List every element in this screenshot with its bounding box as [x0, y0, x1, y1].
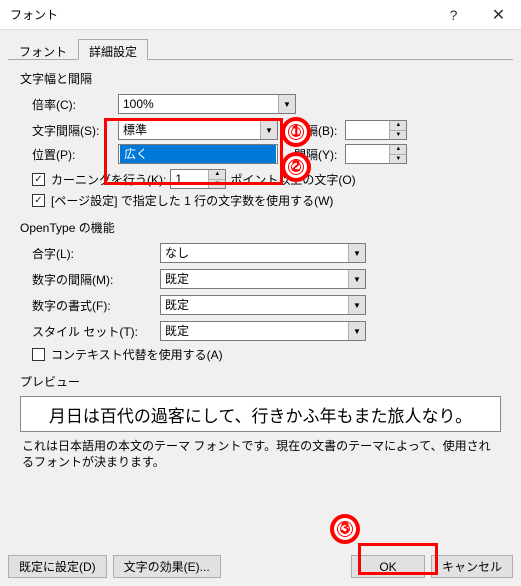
ratio-combo[interactable]: 100% ▼ [118, 94, 296, 114]
spacing-option-list[interactable]: 広く [118, 144, 278, 164]
chevron-down-icon[interactable]: ▼ [348, 296, 365, 314]
text-effect-button[interactable]: 文字の効果(E)... [113, 555, 221, 578]
close-icon[interactable]: ✕ [476, 0, 521, 30]
position-interval-label: 間隔(Y): [294, 146, 337, 163]
pageset-label: [ページ設定] で指定した 1 行の文字数を使用する(W) [51, 192, 333, 209]
tab-bar: フォント 詳細設定 [8, 38, 513, 60]
ratio-label: 倍率(C): [32, 96, 118, 113]
spinner-down-icon[interactable]: ▼ [209, 180, 225, 189]
spacing-label: 文字間隔(S): [32, 122, 118, 139]
tab-font[interactable]: フォント [8, 39, 78, 60]
preview-box: 月日は百代の過客にして、行きかふ年もまた旅人なり。 [20, 396, 501, 432]
spacing-combo[interactable]: 標準 ▼ [118, 120, 278, 140]
position-interval-spinner[interactable]: ▲▼ [345, 144, 407, 164]
help-icon[interactable]: ? [431, 0, 476, 30]
kerning-suffix: ポイント以上の文字(O) [230, 171, 355, 188]
spacing-interval-label: 間隔(B): [294, 122, 337, 139]
annotation-circle-3: 3 [330, 514, 360, 544]
section-preview-title: プレビュー [18, 373, 503, 390]
spinner-up-icon[interactable]: ▲ [390, 145, 406, 155]
kerning-checkbox[interactable]: ✓ [32, 173, 45, 186]
section-opentype-title: OpenType の機能 [18, 219, 503, 236]
numstyle-label: 数字の書式(F): [32, 297, 160, 314]
position-label: 位置(P): [32, 146, 118, 163]
spacing-value: 標準 [119, 121, 260, 139]
styleset-combo[interactable]: 既定 ▼ [160, 321, 366, 341]
numspacing-combo[interactable]: 既定 ▼ [160, 269, 366, 289]
pageset-checkbox[interactable]: ✓ [32, 194, 45, 207]
spacing-option-wide[interactable]: 広く [120, 145, 276, 163]
spacing-interval-spinner[interactable]: ▲▼ [345, 120, 407, 140]
styleset-label: スタイル セット(T): [32, 323, 160, 340]
chevron-down-icon[interactable]: ▼ [278, 95, 295, 113]
numspacing-label: 数字の間隔(M): [32, 271, 160, 288]
section-spacing-title: 文字幅と間隔 [18, 70, 503, 87]
spinner-up-icon[interactable]: ▲ [390, 121, 406, 131]
context-checkbox[interactable] [32, 348, 45, 361]
ratio-value: 100% [119, 95, 278, 113]
context-label: コンテキスト代替を使用する(A) [51, 346, 223, 363]
ok-button[interactable]: OK [351, 555, 425, 578]
spinner-down-icon[interactable]: ▼ [390, 155, 406, 164]
ligature-label: 合字(L): [32, 245, 160, 262]
kerning-spinner[interactable]: 1 ▲▼ [170, 169, 226, 189]
tab-advanced[interactable]: 詳細設定 [78, 39, 148, 60]
window-title: フォント [10, 6, 431, 23]
chevron-down-icon[interactable]: ▼ [260, 121, 277, 139]
chevron-down-icon[interactable]: ▼ [348, 322, 365, 340]
chevron-down-icon[interactable]: ▼ [348, 270, 365, 288]
set-default-button[interactable]: 既定に設定(D) [8, 555, 107, 578]
kerning-label: カーニングを行う(K): [51, 171, 166, 188]
spinner-up-icon[interactable]: ▲ [209, 170, 225, 180]
cancel-button[interactable]: キャンセル [431, 555, 513, 578]
numstyle-combo[interactable]: 既定 ▼ [160, 295, 366, 315]
spinner-down-icon[interactable]: ▼ [390, 131, 406, 140]
preview-footnote: これは日本語用の本文のテーマ フォントです。現在の文書のテーマによって、使用され… [22, 438, 499, 470]
ligature-combo[interactable]: なし ▼ [160, 243, 366, 263]
chevron-down-icon[interactable]: ▼ [348, 244, 365, 262]
